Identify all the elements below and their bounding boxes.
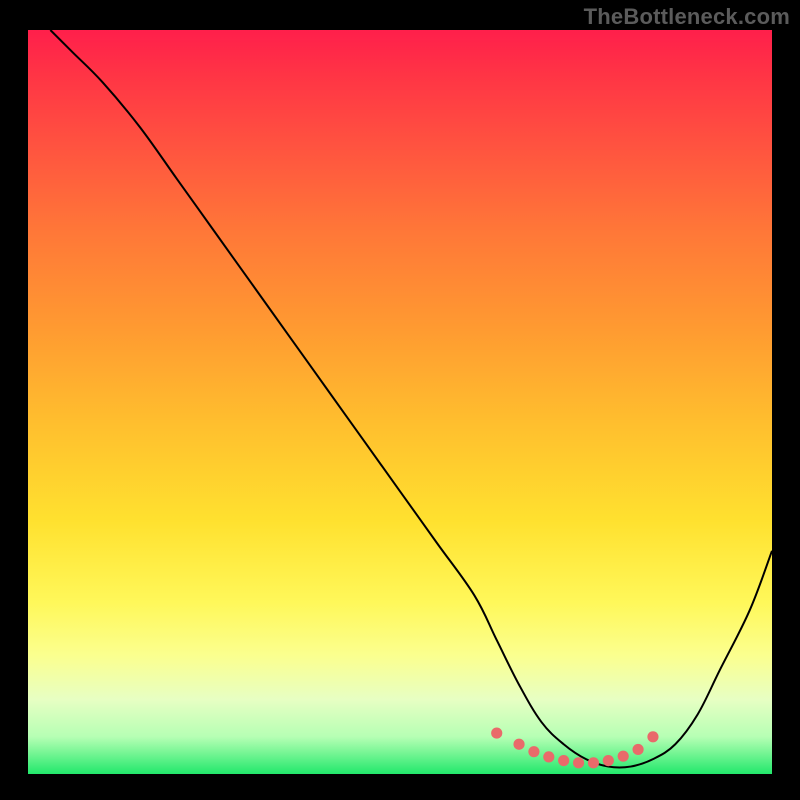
curve-marker xyxy=(513,739,524,750)
curve-marker xyxy=(491,728,502,739)
curve-marker xyxy=(633,744,644,755)
plot-area xyxy=(28,30,772,774)
curve-marker xyxy=(603,755,614,766)
curve-marker xyxy=(618,751,629,762)
curve-marker xyxy=(573,757,584,768)
curve-marker xyxy=(543,751,554,762)
curve-svg xyxy=(28,30,772,774)
chart-container: TheBottleneck.com xyxy=(0,0,800,800)
bottleneck-curve xyxy=(50,30,772,768)
curve-marker xyxy=(588,757,599,768)
curve-markers xyxy=(491,728,658,769)
curve-marker xyxy=(558,755,569,766)
curve-marker xyxy=(647,731,658,742)
curve-marker xyxy=(528,746,539,757)
watermark-text: TheBottleneck.com xyxy=(584,4,790,30)
